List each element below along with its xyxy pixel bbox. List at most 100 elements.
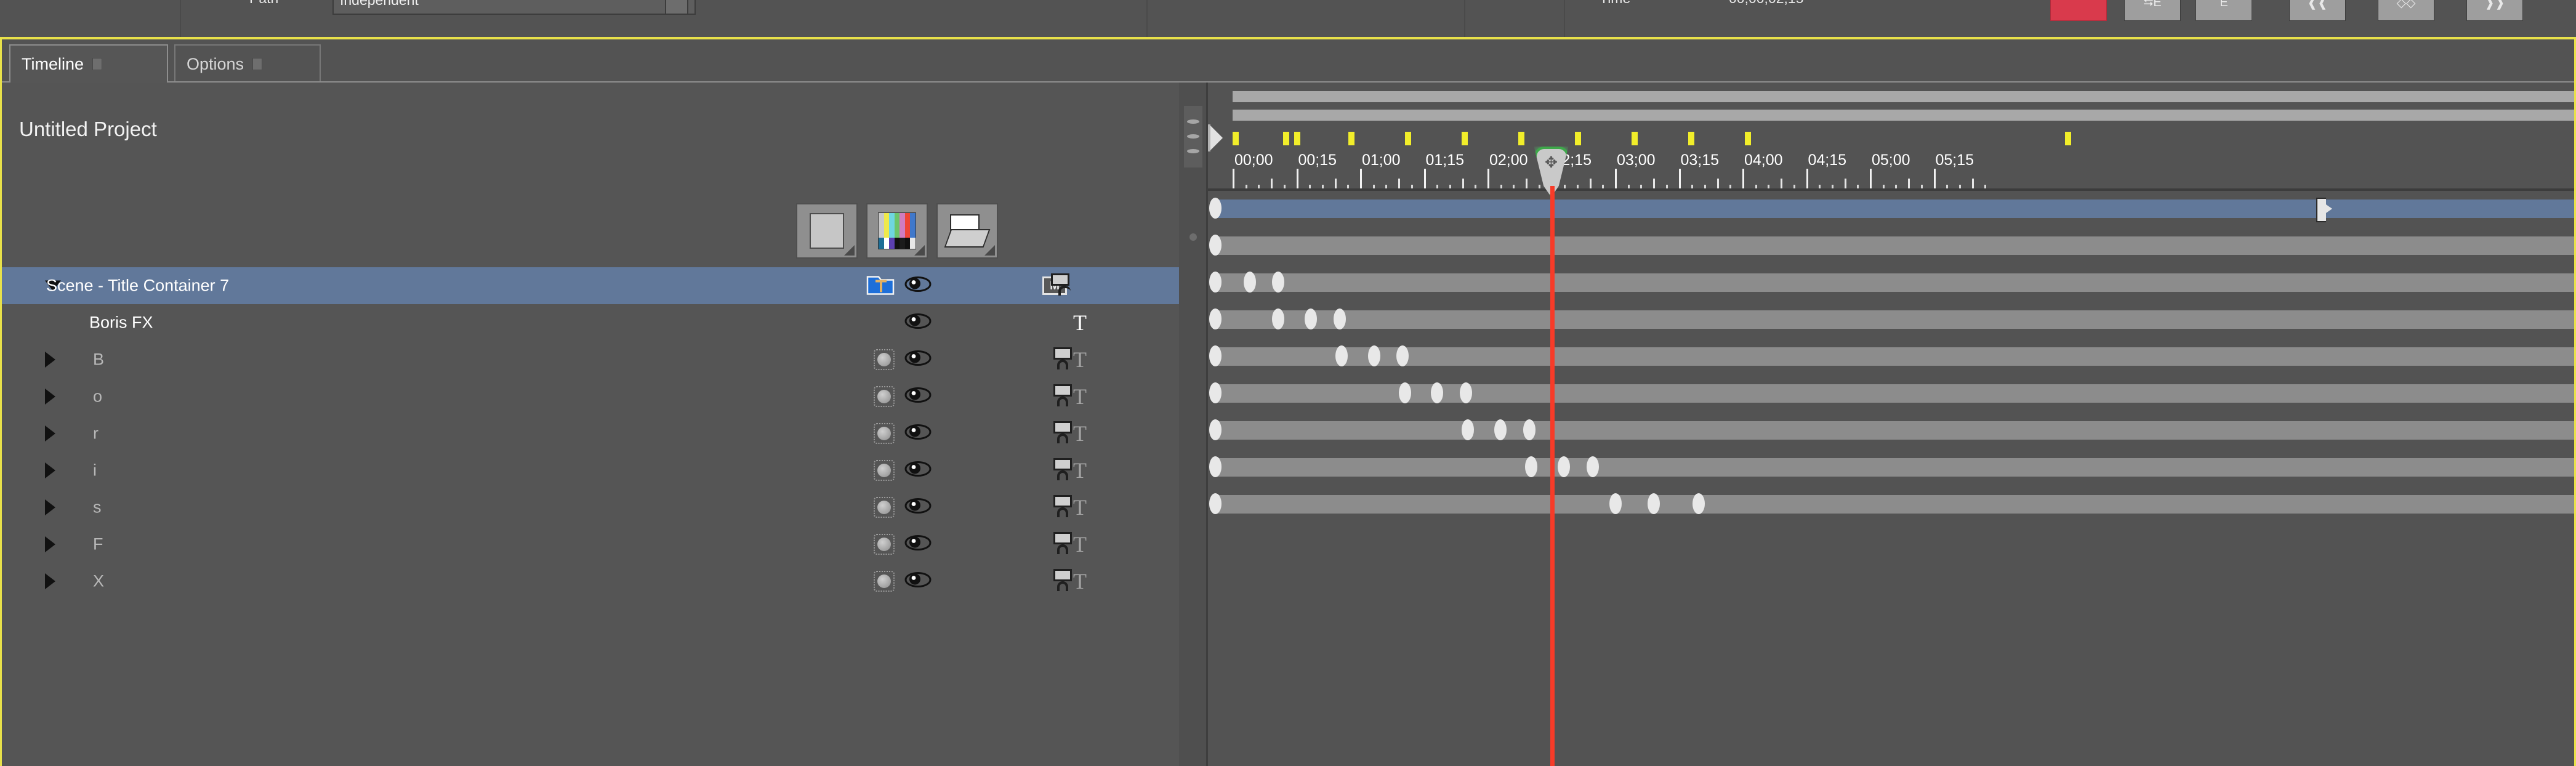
media-folder-button[interactable] <box>936 203 998 259</box>
keyframe-marker[interactable] <box>1688 132 1694 145</box>
timeline-track-row[interactable] <box>1208 377 2574 414</box>
track-bar[interactable] <box>1214 347 2574 366</box>
dropdown-corner-icon[interactable] <box>984 245 995 256</box>
timeline-track-row[interactable] <box>1208 229 2574 266</box>
eye-icon[interactable] <box>904 349 932 371</box>
track-bar[interactable] <box>1214 384 2574 403</box>
keyframe-dot[interactable] <box>1396 345 1409 366</box>
layer-row[interactable]: X T <box>2 563 1207 600</box>
dropdown-corner-icon[interactable] <box>844 245 855 256</box>
keyframe-dot[interactable] <box>1209 272 1222 292</box>
eye-icon[interactable] <box>904 460 932 482</box>
transform-icon[interactable] <box>874 534 895 555</box>
layer-row[interactable]: Boris FX T <box>2 304 1207 341</box>
transform-icon[interactable] <box>874 386 895 407</box>
timeline-track-row[interactable] <box>1208 488 2574 525</box>
keyframe-dot[interactable] <box>1558 456 1570 477</box>
keyframe-marker[interactable] <box>1745 132 1751 145</box>
keyframe-ease-in-button[interactable]: ⮀E <box>2124 0 2181 21</box>
keyframe-dot[interactable] <box>1525 456 1537 477</box>
keyframe-dot[interactable] <box>1209 308 1222 329</box>
transform-icon[interactable] <box>874 571 895 592</box>
timeline-track-row[interactable] <box>1208 414 2574 451</box>
keyframe-dot[interactable] <box>1693 493 1705 514</box>
timeline-track-row[interactable] <box>1208 340 2574 377</box>
keyframe-marker[interactable] <box>1294 132 1300 145</box>
keyframe-dot[interactable] <box>1431 382 1443 403</box>
eye-icon[interactable] <box>904 423 932 445</box>
timeline-track-row[interactable] <box>1208 192 2574 229</box>
keyframe-marker[interactable] <box>1518 132 1524 145</box>
dropdown-corner-icon[interactable] <box>914 245 925 256</box>
eye-icon[interactable] <box>904 497 932 518</box>
layer-row-selected[interactable]: Scene - Title Container 7 M <box>2 267 1207 304</box>
keyframe-marker[interactable] <box>1233 132 1239 145</box>
horizontal-zoom-bar[interactable] <box>1233 110 2574 121</box>
keyframe-marker[interactable] <box>2065 132 2071 145</box>
eye-icon[interactable] <box>904 571 932 592</box>
layer-row[interactable]: i T <box>2 452 1207 489</box>
keyframe-dot[interactable] <box>1368 345 1380 366</box>
chevron-right-icon[interactable] <box>45 389 55 405</box>
keyframe-dot[interactable] <box>1523 419 1536 440</box>
keyframe-dot[interactable] <box>1462 419 1474 440</box>
keyframe-dot[interactable] <box>1494 419 1507 440</box>
tab-menu-icon[interactable] <box>252 58 263 70</box>
keyframe-dot[interactable] <box>1335 345 1348 366</box>
tab-timeline[interactable]: Timeline <box>9 44 168 83</box>
track-bar[interactable] <box>1214 236 2574 255</box>
keyframe-dot[interactable] <box>1305 308 1317 329</box>
solid-color-button[interactable] <box>796 203 858 259</box>
track-bar[interactable] <box>1214 458 2574 477</box>
keyframe-ease-button[interactable]: E <box>2196 0 2252 21</box>
chevron-right-icon[interactable] <box>45 536 55 552</box>
keyframe-marker[interactable] <box>1575 132 1581 145</box>
tab-menu-icon[interactable] <box>92 58 103 70</box>
keyframe-dot[interactable] <box>1209 493 1222 514</box>
prev-keyframe-button[interactable]: ❰❰ <box>2289 0 2346 21</box>
keyframe-dot[interactable] <box>1609 493 1622 514</box>
transform-icon[interactable] <box>874 349 895 370</box>
transform-icon[interactable] <box>874 423 895 444</box>
keyframe-dot[interactable] <box>1209 382 1222 403</box>
keyframe-marker[interactable] <box>1632 132 1638 145</box>
next-keyframe-button[interactable]: ❱❱ <box>2466 0 2523 21</box>
color-bars-button[interactable] <box>866 203 928 259</box>
chevron-right-icon[interactable] <box>45 462 55 478</box>
playhead-line[interactable] <box>1550 186 1555 766</box>
path-dropdown[interactable]: Independent <box>332 0 696 15</box>
keyframe-dot[interactable] <box>1272 272 1284 292</box>
track-end-marker[interactable] <box>2316 198 2332 222</box>
keyframe-dot[interactable] <box>1209 198 1222 219</box>
eye-icon[interactable] <box>904 386 932 408</box>
keyframe-dot[interactable] <box>1209 419 1222 440</box>
keyframe-marker[interactable] <box>1462 132 1468 145</box>
splitter-grip-icon[interactable] <box>1184 106 1202 167</box>
transform-icon[interactable] <box>874 497 895 518</box>
keyframe-marker[interactable] <box>1348 132 1354 145</box>
keyframe-dot[interactable] <box>1460 382 1472 403</box>
layer-row[interactable]: s T <box>2 489 1207 526</box>
keyframe-marker[interactable] <box>1405 132 1411 145</box>
chevron-right-icon[interactable] <box>45 352 55 368</box>
keyframe-dot[interactable] <box>1399 382 1411 403</box>
title-folder-icon[interactable] <box>866 272 895 300</box>
keyframe-dot[interactable] <box>1209 235 1222 256</box>
track-bar[interactable] <box>1214 421 2574 440</box>
keyframe-dot[interactable] <box>1272 308 1284 329</box>
record-button[interactable] <box>2050 0 2107 21</box>
chevron-right-icon[interactable] <box>45 425 55 441</box>
track-bar[interactable] <box>1214 495 2574 514</box>
track-bar[interactable] <box>1214 310 2574 329</box>
timeline-track-row[interactable] <box>1208 303 2574 340</box>
layer-row[interactable]: r T <box>2 415 1207 452</box>
timeline-track-row[interactable] <box>1208 266 2574 303</box>
keyframe-dot[interactable] <box>1587 456 1599 477</box>
keyframe-marker[interactable] <box>1283 132 1289 145</box>
keyframe-marker-strip[interactable] <box>1208 132 2574 147</box>
track-bar-selected[interactable] <box>1214 198 2574 222</box>
path-dropdown-arrow[interactable] <box>665 0 688 15</box>
tab-options[interactable]: Options <box>174 44 321 83</box>
eye-icon[interactable] <box>904 312 932 334</box>
time-ruler[interactable]: 00;00 00;15 01;00 01;15 02;00 02;15 03;00 03;15… <box>1208 149 2574 190</box>
